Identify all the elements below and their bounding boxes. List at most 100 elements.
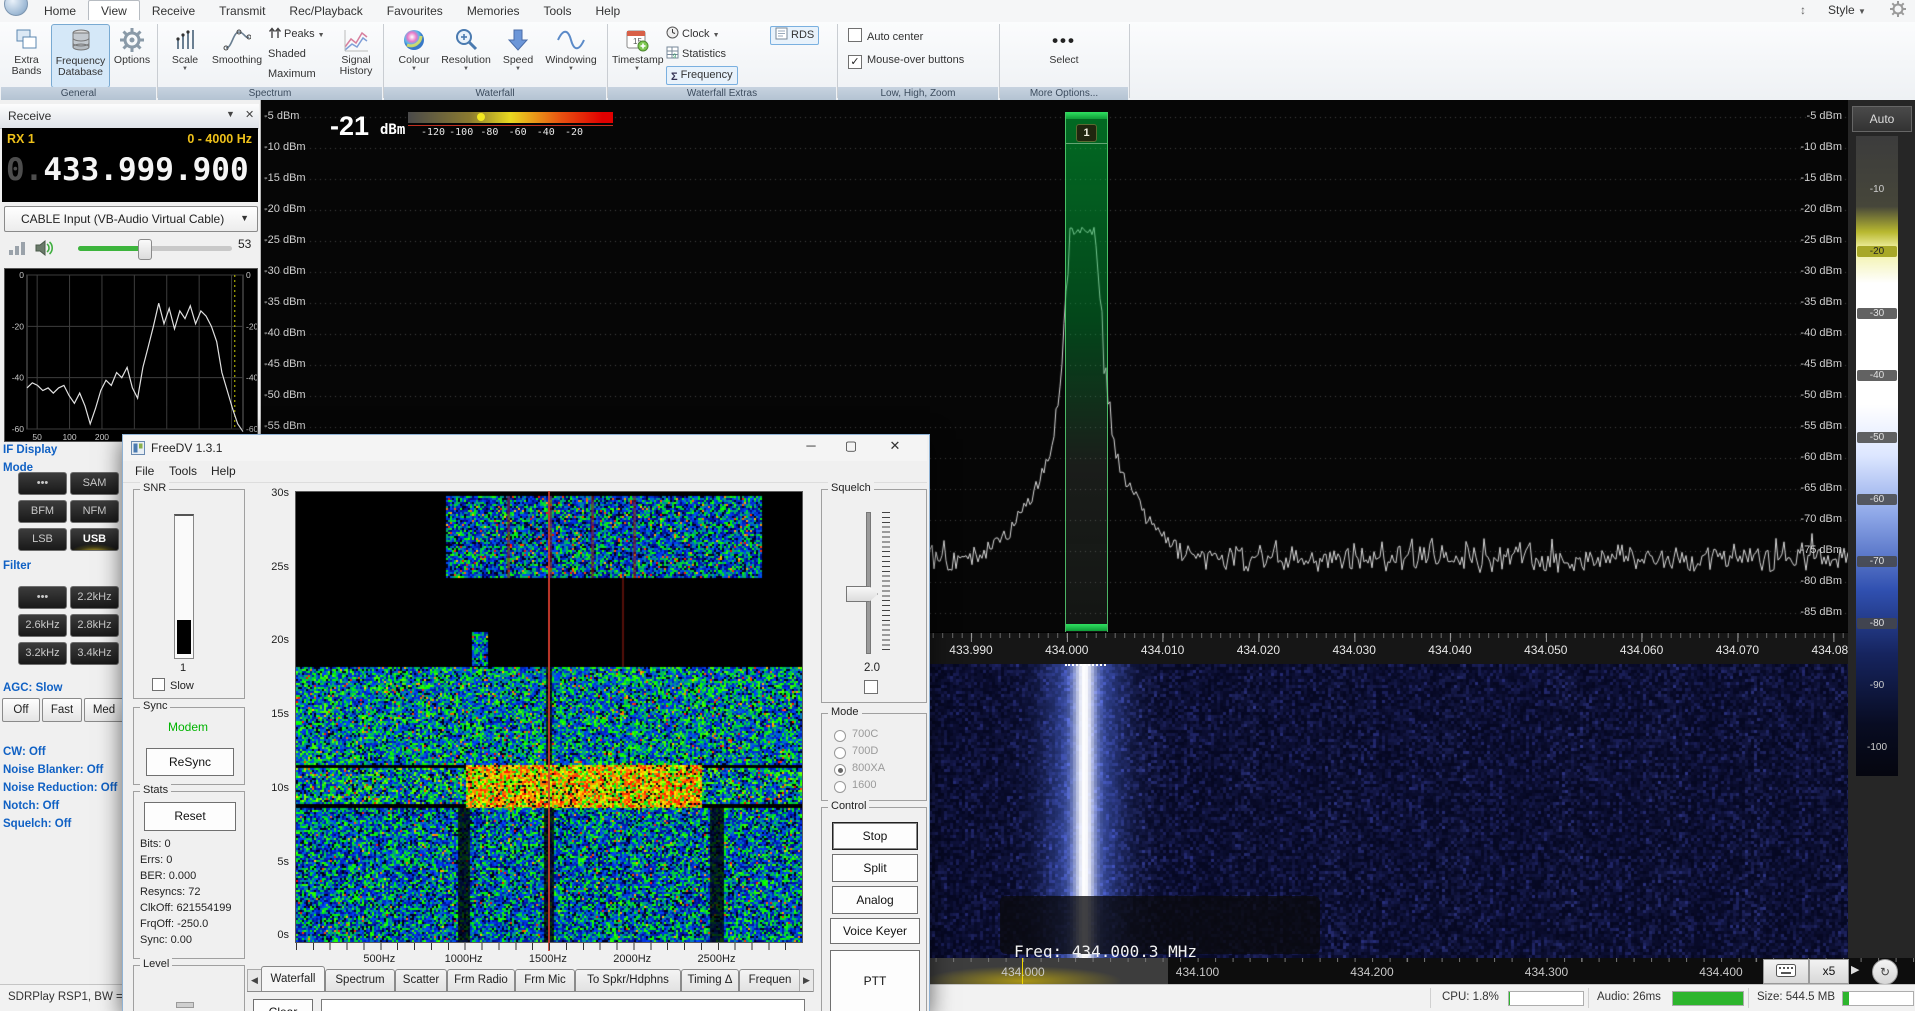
squelch-slider-thumb[interactable] [846,586,878,602]
agc-button-off[interactable]: Off [2,698,40,722]
receive-header[interactable]: Receive ▼ ✕ [0,104,259,129]
volume-slider-thumb[interactable] [138,239,152,260]
zoom-expand-arrow[interactable]: ▶ [1851,963,1859,976]
reset-button[interactable]: Reset [144,802,236,831]
menu-help[interactable]: Help [211,464,236,478]
colour-button[interactable]: Colour ▼ [392,24,436,86]
audio-device-select[interactable]: CABLE Input (VB-Audio Virtual Cable) ▼ [4,206,258,232]
mode-button-lsb[interactable]: LSB [18,528,67,551]
frequency-dim-digits[interactable]: 0. [6,152,43,188]
dsp-status-line[interactable]: Notch: Off [3,800,59,812]
rx-badge[interactable]: 1 [1076,124,1097,142]
filter-button[interactable]: 3.4kHz [70,642,119,665]
filter-button[interactable]: ••• [18,586,67,609]
ptt-button[interactable]: PTT [830,950,920,1011]
ribbon-tab-memories[interactable]: Memories [455,1,532,20]
snr-slow-checkbox[interactable]: Slow [152,678,194,692]
windowing-button[interactable]: Windowing ▼ [542,24,600,86]
mouse-over-buttons-checkbox[interactable]: ✓Mouse-over buttons [848,52,964,69]
frequency-button[interactable]: ΣFrequency [666,66,738,85]
filter-section-label[interactable]: Filter [3,560,31,572]
minimize-button[interactable]: ─ [795,438,827,458]
ribbon-tab-tools[interactable]: Tools [532,1,584,20]
ribbon-tab-rec-playback[interactable]: Rec/Playback [277,1,374,20]
squelch-enable-checkbox[interactable] [864,680,883,695]
ribbon-tab-view[interactable]: View [88,0,140,20]
split-button[interactable]: Split [832,854,918,882]
freedv-title-bar[interactable]: FreeDV 1.3.1 ─ ▢ ✕ [123,435,927,461]
options-button[interactable]: Options [110,24,154,86]
dsp-status-line[interactable]: Noise Reduction: Off [3,782,117,794]
frequency-digits[interactable]: 433.999.900 [43,152,248,188]
filter-button[interactable]: 3.2kHz [18,642,67,665]
mode-radio-700c[interactable] [834,730,846,742]
ribbon-tab-favourites[interactable]: Favourites [375,1,455,20]
speaker-icon[interactable] [34,238,56,261]
frequency-database-button[interactable]: Frequency Database [51,24,110,88]
agc-section-label[interactable]: AGC: Slow [3,682,62,694]
rds-button[interactable]: RDS [770,26,819,45]
dsp-status-line[interactable]: Squelch: Off [3,818,71,830]
freedv-tab-frequen[interactable]: Frequen [739,969,801,992]
agc-button-fast[interactable]: Fast [42,698,82,722]
menu-tools[interactable]: Tools [169,464,197,478]
zoom-x5-button[interactable]: x5 [1809,959,1849,984]
ribbon-tab-help[interactable]: Help [584,1,633,20]
autoscroll-button[interactable]: ↻ [1872,959,1898,984]
volume-slider[interactable] [78,246,232,251]
panel-close-icon[interactable]: ✕ [245,108,254,121]
freedv-tab-scatter[interactable]: Scatter [395,969,447,992]
resync-button[interactable]: ReSync [146,748,234,776]
style-menu[interactable]: Style ▼ [1828,3,1866,17]
rx-filter-band[interactable]: 1 [1065,112,1108,632]
statistics-button[interactable]: 9Statistics [666,46,726,63]
app-logo-icon[interactable] [4,0,28,16]
shaded-button[interactable]: Shaded [268,46,306,63]
maximum-button[interactable]: Maximum [268,66,316,83]
clear-button[interactable]: Clear [253,999,313,1011]
text-output-field[interactable] [321,999,805,1011]
freedv-tab-timing-[interactable]: Timing Δ [681,969,739,992]
scale-button[interactable]: Scale ▼ [163,24,207,86]
freedv-tab-frm-mic[interactable]: Frm Mic [515,969,575,992]
peaks-button[interactable]: Peaks ▼ [268,26,325,43]
dsp-status-line[interactable]: Noise Blanker: Off [3,764,103,776]
speed-button[interactable]: Speed ▼ [496,24,540,86]
filter-button[interactable]: 2.6kHz [18,614,67,637]
smoothing-button[interactable]: Smoothing [209,24,265,86]
agc-button-med[interactable]: Med [84,698,124,722]
ribbon-tab-transmit[interactable]: Transmit [207,1,277,20]
freedv-tab-spectrum[interactable]: Spectrum [325,969,395,992]
menu-file[interactable]: File [135,464,154,478]
resize-icon[interactable]: ↕ [1800,3,1806,17]
filter-button[interactable]: 2.2kHz [70,586,119,609]
select-button[interactable]: ••• Select [1034,24,1094,86]
freedv-tab-to-spkr-hdphns[interactable]: To Spkr/Hdphns [575,969,681,992]
maximize-button[interactable]: ▢ [835,438,867,458]
rx-band-top-handle[interactable] [1066,112,1107,119]
voice-keyer-button[interactable]: Voice Keyer [830,918,920,944]
freedv-window[interactable]: FreeDV 1.3.1 ─ ▢ ✕ File Tools Help SNR 1… [122,434,930,1011]
mode-button-sam[interactable]: SAM [70,472,119,495]
level-meter-icon[interactable] [8,240,26,259]
clock-button[interactable]: Clock ▼ [666,26,720,43]
ribbon-tab-receive[interactable]: Receive [140,1,207,20]
mode-radio-1600[interactable] [834,781,846,793]
extra-bands-button[interactable]: Extra Bands [4,24,49,86]
tab-scroll-left[interactable]: ◀ [247,969,262,992]
signal-history-button[interactable]: Signal History [334,24,378,86]
level-slider-mark[interactable] [176,1002,194,1008]
mode-radio-800xa[interactable] [834,764,846,776]
mode-radio-700d[interactable] [834,747,846,759]
stop-button[interactable]: Stop [832,822,918,850]
timestamp-button[interactable]: 15 Timestamp ▼ [612,24,662,86]
filter-button[interactable]: 2.8kHz [70,614,119,637]
mode-button-bfm[interactable]: BFM [18,500,67,523]
ribbon-tab-home[interactable]: Home [32,1,88,20]
gear-icon[interactable] [1890,1,1906,20]
dsp-status-line[interactable]: CW: Off [3,746,46,758]
resolution-button[interactable]: Resolution ▼ [438,24,494,86]
analog-button[interactable]: Analog [832,886,918,914]
freedv-tab-frm-radio[interactable]: Frm Radio [447,969,515,992]
close-button[interactable]: ✕ [879,438,911,458]
